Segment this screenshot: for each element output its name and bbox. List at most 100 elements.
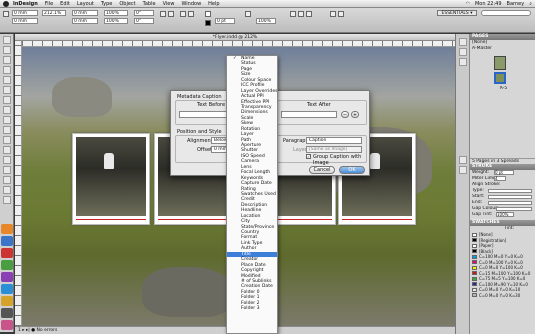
text-before-input[interactable] (179, 111, 231, 118)
menu-table[interactable]: Table (143, 1, 156, 7)
apple-icon[interactable] (3, 0, 9, 7)
direct-selection-tool-icon[interactable] (2, 46, 11, 54)
spotlight-icon[interactable]: ⌕ (529, 1, 532, 7)
select-container-icon[interactable] (180, 11, 186, 17)
wifi-icon[interactable]: ◠ (466, 1, 470, 7)
user-name[interactable]: Barney (507, 1, 525, 7)
effects-icon[interactable] (245, 11, 251, 17)
menu-window[interactable]: Window (181, 1, 201, 7)
shear-field[interactable]: 0° (134, 18, 154, 24)
rotate-field[interactable]: 0° (134, 10, 154, 16)
cancel-button[interactable]: Cancel (309, 166, 335, 174)
menu-file[interactable]: File (45, 1, 53, 7)
text-wrap-bounding-icon[interactable] (298, 11, 304, 17)
metadata-field-dropdown[interactable]: ✓ Name Status Page Size Colour Space ICC Profi… (226, 55, 278, 334)
rectangle-tool-icon[interactable] (2, 126, 11, 134)
swatch-row[interactable]: C=100 M=90 Y=10 K=0 (470, 282, 535, 288)
menu-view[interactable]: View (163, 1, 175, 7)
end-select[interactable] (488, 201, 532, 205)
page-thumbnail-selected[interactable] (494, 72, 506, 84)
add-row-button[interactable]: + (351, 111, 359, 118)
fill-swatch-icon[interactable] (205, 11, 211, 17)
swatch-row[interactable]: C=15 M=100 Y=100 K=0 (470, 271, 535, 277)
type-select[interactable] (488, 189, 532, 193)
dropdown-option[interactable]: Folder 3 (227, 306, 277, 311)
menu-edit[interactable]: Edit (60, 1, 70, 7)
miter-field[interactable]: 4 (494, 176, 506, 181)
caption-frame[interactable] (76, 219, 146, 220)
page-tool-icon[interactable] (2, 56, 11, 64)
hand-tool-icon[interactable] (2, 186, 11, 194)
gap-tint-field[interactable]: 100% (496, 212, 514, 217)
menu-object[interactable]: Object (119, 1, 135, 7)
x-field[interactable]: 0 mm (12, 10, 38, 16)
menu-app[interactable]: InDesign (13, 1, 38, 7)
search-input[interactable] (481, 10, 531, 16)
pencil-tool-icon[interactable] (2, 106, 11, 114)
paragraph-style-select[interactable]: Caption (306, 137, 362, 144)
zoom-tool-icon[interactable] (2, 196, 11, 204)
vertical-ruler[interactable] (15, 41, 22, 326)
caption-frame[interactable] (342, 219, 412, 220)
workspace-switcher[interactable]: ESSENTIALS ▾ (437, 10, 477, 16)
gradient-tool-icon[interactable] (2, 156, 11, 164)
pen-tool-icon[interactable] (2, 96, 11, 104)
line-tool-icon[interactable] (2, 86, 11, 94)
text-wrap-icon[interactable] (290, 11, 296, 17)
dock-app-icon[interactable] (1, 224, 13, 234)
stroke-weight-field[interactable]: 0 pt (215, 18, 235, 24)
scale-y-field[interactable]: 100% (104, 18, 128, 24)
height-field[interactable]: 0 mm (72, 18, 98, 24)
menu-type[interactable]: Type (101, 1, 112, 7)
free-transform-tool-icon[interactable] (2, 146, 11, 154)
swatch-row[interactable]: C=75 M=5 Y=100 K=0 (470, 276, 535, 282)
y-field[interactable]: 0 mm (12, 18, 38, 24)
flip-horizontal-icon[interactable] (160, 11, 166, 17)
gap-colour-select[interactable] (496, 207, 532, 211)
remove-row-button[interactable]: − (341, 111, 349, 118)
dock-app-icon[interactable] (1, 260, 13, 270)
flip-vertical-icon[interactable] (168, 11, 174, 17)
dock-app-icon[interactable] (1, 248, 13, 258)
text-after-input[interactable] (281, 111, 337, 118)
select-content-icon[interactable] (188, 11, 194, 17)
page-thumbnail[interactable] (494, 56, 506, 70)
type-tool-icon[interactable] (2, 76, 11, 84)
dock-app-icon[interactable] (1, 284, 13, 294)
scissors-tool-icon[interactable] (2, 136, 11, 144)
selection-tool-icon[interactable] (2, 36, 11, 44)
caption-frame[interactable] (158, 219, 228, 220)
swatch-row[interactable]: C=0 M=0 Y=0 K=30 (470, 293, 535, 299)
gap-tool-icon[interactable] (2, 66, 11, 74)
opacity-field[interactable]: 100% (256, 18, 276, 24)
pages-panel-icon[interactable] (458, 38, 467, 46)
menu-layout[interactable]: Layout (77, 1, 94, 7)
document-title-bar[interactable]: *Flyer.indd @ 212% (15, 34, 455, 41)
swatches-panel-icon[interactable] (458, 166, 467, 174)
text-wrap-shape-icon[interactable] (306, 11, 312, 17)
ok-button[interactable]: OK (339, 166, 365, 174)
stroke-panel-icon[interactable] (458, 156, 467, 164)
zoom-field[interactable]: 212.1% (42, 10, 66, 16)
dock-app-icon[interactable] (1, 308, 13, 318)
dock-app-icon[interactable] (1, 296, 13, 306)
group-caption-checkbox[interactable]: ✓ (306, 154, 311, 159)
reference-point-icon[interactable] (3, 11, 9, 17)
menu-help[interactable]: Help (208, 1, 219, 7)
dock-app-icon[interactable] (1, 236, 13, 246)
dock-app-icon[interactable] (1, 272, 13, 282)
clock[interactable]: Mon 22:49 (475, 1, 502, 7)
eyedropper-tool-icon[interactable] (2, 176, 11, 184)
start-select[interactable] (488, 195, 532, 199)
links-panel-icon[interactable] (458, 58, 467, 66)
fit-content-icon[interactable] (338, 11, 344, 17)
fitting-icon[interactable] (330, 11, 336, 17)
weight-field[interactable]: 0 pt (494, 170, 514, 175)
layer-select[interactable]: [Same as Image] (306, 146, 362, 153)
rectangle-frame-tool-icon[interactable] (2, 116, 11, 124)
width-field[interactable]: 0 mm (72, 10, 98, 16)
polaroid-photo[interactable] (72, 133, 150, 225)
dock-app-icon[interactable] (1, 320, 13, 330)
note-tool-icon[interactable] (2, 166, 11, 174)
stroke-swatch-icon[interactable] (205, 20, 211, 26)
